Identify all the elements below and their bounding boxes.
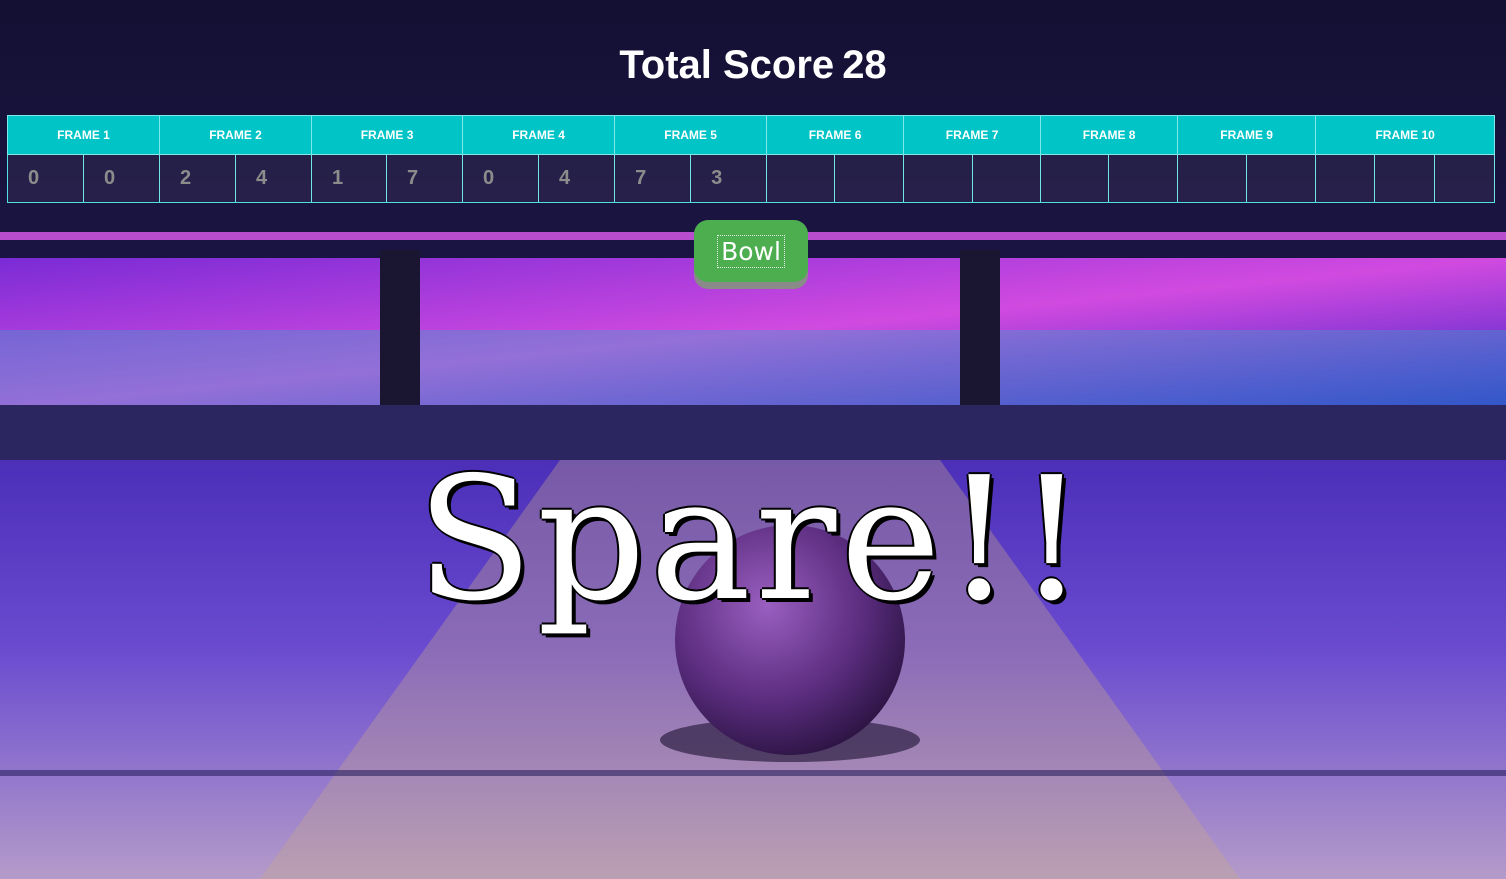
frame-header: FRAME 8 (1040, 115, 1179, 155)
frame-header-row: FRAME 1 FRAME 2 FRAME 3 FRAME 4 FRAME 5 … (6, 115, 1496, 155)
frame-header: FRAME 6 (766, 115, 905, 155)
frame-header: FRAME 1 (6, 115, 161, 155)
roll-cell: 4 (235, 154, 313, 203)
bowl-button-label: Bowl (717, 234, 785, 268)
frame-header: FRAME 10 (1315, 115, 1496, 155)
frame-header: FRAME 4 (462, 115, 616, 155)
roll-cell: 7 (614, 154, 692, 203)
roll-cell: 0 (462, 154, 540, 203)
rolls-row: 0 0 2 4 1 7 0 4 7 3 (7, 154, 1496, 203)
roll-cell: 3 (690, 154, 768, 203)
roll-cell (903, 154, 974, 203)
spare-message: Spare!! (416, 441, 1090, 639)
roll-cell (766, 154, 836, 203)
frame-header: FRAME 3 (311, 115, 464, 155)
roll-cell: 4 (538, 154, 616, 203)
roll-cell: 1 (311, 154, 388, 203)
total-score-value: 28 (842, 43, 887, 87)
roll-cell (1177, 154, 1248, 203)
roll-cell (834, 154, 905, 203)
roll-cell (1108, 154, 1179, 203)
roll-cell (1434, 154, 1496, 203)
roll-cell (1040, 154, 1110, 203)
frame-header: FRAME 9 (1177, 115, 1317, 155)
frame-header: FRAME 2 (159, 115, 313, 155)
total-score: Total Score 28 (0, 40, 1506, 90)
frame-header: FRAME 7 (903, 115, 1042, 155)
roll-cell (972, 154, 1042, 203)
roll-cell: 7 (386, 154, 464, 203)
roll-cell: 2 (159, 154, 237, 203)
roll-cell (1315, 154, 1376, 203)
roll-cell (1246, 154, 1317, 203)
roll-cell (1374, 154, 1436, 203)
bowl-button[interactable]: Bowl (694, 220, 808, 282)
total-score-label: Total Score (619, 43, 835, 87)
roll-cell: 0 (7, 154, 84, 203)
scoreboard: FRAME 1 FRAME 2 FRAME 3 FRAME 4 FRAME 5 … (6, 115, 1496, 203)
roll-cell: 0 (82, 154, 161, 203)
frame-header: FRAME 5 (614, 115, 768, 155)
